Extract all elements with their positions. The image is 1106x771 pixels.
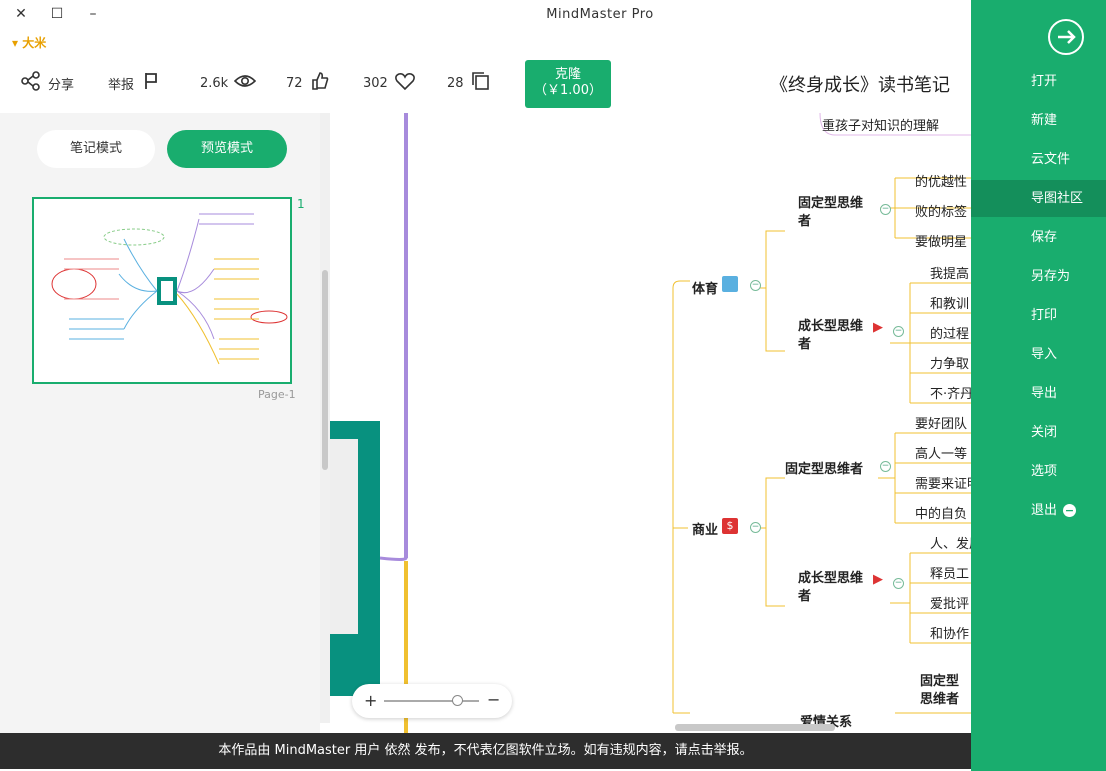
heart-icon	[394, 70, 416, 96]
business-branch[interactable]: 商业	[692, 519, 718, 538]
zoom-control: + −	[352, 684, 512, 718]
menu-item-new[interactable]: 新建	[971, 102, 1106, 139]
book-cover-card	[330, 421, 380, 696]
collapse-sports-icon[interactable]: −	[750, 280, 761, 291]
menu-item-open[interactable]: 打开	[971, 63, 1106, 100]
side-menu: 打开 新建 云文件 导图社区 保存 另存为 打印 导入 导出 关闭 选项 − 退…	[971, 0, 1106, 771]
business-growth-item[interactable]: 和协作	[930, 623, 969, 642]
arrow-right-icon	[1058, 30, 1076, 44]
menu-item-options[interactable]: 选项	[971, 453, 1106, 490]
collapse-sports-fixed-icon[interactable]: −	[880, 204, 891, 215]
business-growth-item[interactable]: 爱批评	[930, 593, 969, 612]
sports-fixed-item[interactable]: 要做明星	[915, 231, 967, 250]
menu-item-export[interactable]: 导出	[971, 375, 1106, 412]
sports-fixed-item[interactable]: 的优越性	[915, 171, 967, 190]
sports-branch[interactable]: 体育	[692, 278, 718, 297]
sports-growth-item[interactable]: 的过程	[930, 323, 969, 342]
left-panel: 笔记模式 预览模式 1 Page-1	[0, 113, 320, 733]
mindmap-thumbnail-image	[51, 213, 288, 365]
report-label: 举报	[108, 77, 135, 93]
menu-item-save-as[interactable]: 另存为	[971, 258, 1106, 295]
collapse-sports-growth-icon[interactable]: −	[893, 326, 904, 337]
app-title: MindMaster Pro	[546, 7, 654, 22]
clone-buy-button[interactable]: 克隆 （￥1.00）	[525, 60, 611, 108]
copy-icon	[470, 70, 492, 96]
clone-price: （￥1.00）	[534, 83, 602, 98]
sports-growth-item[interactable]: 力争取	[930, 353, 969, 372]
zoom-slider-handle[interactable]	[452, 695, 463, 706]
menu-item-save[interactable]: 保存	[971, 219, 1106, 256]
business-growth-item[interactable]: 释员工	[930, 563, 969, 582]
notice-bar: 本作品由 MindMaster 用户 依然 发布，不代表亿图软件立场。如有违规内…	[0, 733, 971, 769]
collapse-business-fixed-icon[interactable]: −	[880, 461, 891, 472]
report-button[interactable]: 举报	[108, 70, 162, 96]
page-thumbnail[interactable]	[32, 197, 292, 384]
menu-item-community[interactable]: 导图社区	[971, 180, 1106, 217]
page-caption: Page-1	[258, 388, 296, 401]
top-partial-node[interactable]: 重孩子对知识的理解	[822, 115, 939, 134]
thumbs-up-icon	[309, 70, 331, 96]
menu-item-cloud[interactable]: 云文件	[971, 141, 1106, 178]
dollar-icon: $	[722, 518, 738, 534]
note-mode-button[interactable]: 笔记模式	[37, 130, 155, 168]
page-number: 1	[297, 197, 305, 211]
business-fixed-item[interactable]: 需要来证明	[915, 473, 971, 492]
clone-label: 克隆	[554, 67, 581, 82]
horizontal-scrollbar-thumb[interactable]	[675, 724, 835, 731]
zoom-out-button[interactable]: −	[487, 690, 500, 709]
title-bar: MindMaster Pro ✕ ☐ –	[0, 0, 971, 30]
views-count: 2.6k	[200, 70, 257, 96]
flag-icon	[140, 70, 162, 96]
menu-item-print[interactable]: 打印	[971, 297, 1106, 334]
favorite-label: 302	[363, 75, 388, 91]
copy-count: 28	[447, 70, 492, 96]
maximize-window-button[interactable]: ☐	[46, 4, 68, 24]
zoom-in-button[interactable]: +	[364, 691, 377, 710]
minimize-window-button[interactable]: –	[82, 4, 104, 24]
business-fixed-node[interactable]: 固定型思维者	[785, 458, 863, 477]
views-label: 2.6k	[200, 75, 229, 91]
document-title: 《终身成长》读书笔记	[770, 75, 950, 96]
sports-fixed-item[interactable]: 败的标签	[915, 201, 967, 220]
menu-item-exit-label: 退出	[1031, 503, 1058, 518]
sports-icon	[722, 276, 738, 292]
mindmap-connectors	[379, 113, 971, 733]
sports-growth-item[interactable]: 不·齐丹	[930, 383, 971, 402]
copy-label: 28	[447, 75, 464, 91]
thumbs-up-button[interactable]: 72	[286, 70, 331, 96]
preview-mode-button[interactable]: 预览模式	[167, 130, 287, 168]
sports-growth-item[interactable]: 我提高	[930, 263, 969, 282]
vertical-scrollbar-thumb[interactable]	[322, 270, 328, 470]
toolbar: 分享 举报 2.6k 72 302 28 克隆 （￥1.00） 《终身成长》读书…	[0, 55, 971, 113]
book-cover-image	[330, 439, 358, 634]
zoom-slider-track[interactable]	[384, 700, 479, 702]
menu-item-import[interactable]: 导入	[971, 336, 1106, 373]
menu-item-close[interactable]: 关闭	[971, 414, 1106, 451]
close-window-button[interactable]: ✕	[10, 4, 32, 24]
business-growth-item[interactable]: 人、发展	[930, 533, 971, 552]
favorite-button[interactable]: 302	[363, 70, 416, 96]
collapse-business-icon[interactable]: −	[750, 522, 761, 533]
business-growth-node[interactable]: 成长型思维者	[798, 570, 868, 606]
business-fixed-item[interactable]: 高人一等	[915, 443, 967, 462]
share-icon	[20, 70, 42, 96]
business-fixed-item[interactable]: 中的自负	[915, 503, 967, 522]
share-label: 分享	[48, 77, 75, 93]
exit-icon: −	[1063, 504, 1076, 517]
thumbs-label: 72	[286, 75, 303, 91]
sports-growth-item[interactable]: 和教训	[930, 293, 969, 312]
share-button[interactable]: 分享	[20, 70, 74, 96]
flag-red-icon: ▶	[873, 320, 883, 335]
menu-item-exit[interactable]: − 退出	[971, 492, 1106, 529]
sports-fixed-node[interactable]: 固定型思维者	[798, 195, 868, 231]
user-account-menu[interactable]: ▾ 大米	[12, 34, 46, 51]
business-fixed-item[interactable]: 要好团队	[915, 413, 967, 432]
flag-red-icon: ▶	[873, 572, 883, 587]
back-button[interactable]	[1048, 19, 1084, 55]
relation-fixed-node[interactable]: 固定型思维者	[920, 673, 970, 709]
eye-icon	[234, 70, 257, 96]
sports-growth-node[interactable]: 成长型思维者	[798, 318, 868, 354]
collapse-business-growth-icon[interactable]: −	[893, 578, 904, 589]
mindmap-canvas[interactable]: 重孩子对知识的理解 体育 − 固定型思维者 − 成长型思维者 ▶ − 的优越性 …	[330, 113, 971, 733]
